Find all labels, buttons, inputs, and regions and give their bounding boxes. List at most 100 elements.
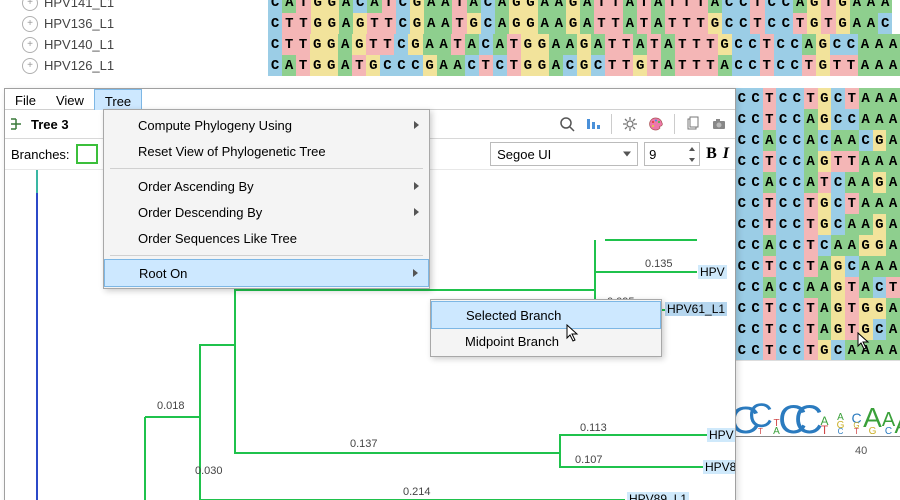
menu-item-order-asc[interactable]: Order Ascending By (104, 173, 429, 199)
branch-color-picker[interactable] (76, 144, 98, 164)
base-cell: A (549, 55, 563, 76)
base-cell: T (647, 34, 661, 55)
base-cell: G (535, 55, 549, 76)
base-cell: A (886, 214, 900, 235)
base-cell: A (845, 235, 859, 256)
base-cell: C (736, 0, 750, 13)
base-cell: C (790, 193, 804, 214)
base-cell: C (353, 0, 367, 13)
base-cell: C (776, 298, 790, 319)
chevron-up-icon[interactable] (685, 143, 699, 154)
expand-icon[interactable]: + (22, 16, 38, 32)
chevron-down-icon[interactable] (685, 154, 699, 165)
base-cell: G (311, 0, 325, 13)
base-cell: T (507, 34, 521, 55)
base-cell: C (268, 13, 282, 34)
menu-item-order-desc[interactable]: Order Descending By (104, 199, 429, 225)
italic-button[interactable]: I (723, 145, 729, 163)
menu-item-order-like-tree[interactable]: Order Sequences Like Tree (104, 225, 429, 251)
sort-icon[interactable] (581, 113, 605, 135)
menu-separator (110, 255, 423, 256)
base-cell: C (788, 55, 802, 76)
base-cell: T (763, 193, 777, 214)
base-cell: A (873, 340, 887, 361)
base-cell: C (776, 235, 790, 256)
list-item[interactable]: + HPV126_L1 (0, 55, 268, 76)
base-cell: C (873, 319, 887, 340)
menu-tree[interactable]: Tree (94, 89, 142, 110)
base-cell: C (831, 88, 845, 109)
submenu-midpoint-branch[interactable]: Midpoint Branch (431, 328, 661, 354)
base-cell: C (749, 298, 763, 319)
menu-item-root-on[interactable]: Root On (104, 259, 429, 287)
camera-icon[interactable] (707, 113, 731, 135)
base-cell: T (605, 34, 619, 55)
expand-icon[interactable]: + (22, 58, 38, 74)
base-cell: G (310, 55, 324, 76)
menu-file[interactable]: File (5, 89, 46, 109)
font-family-select[interactable]: Segoe UI (490, 142, 638, 166)
expand-icon[interactable]: + (22, 0, 38, 11)
list-item[interactable]: + HPV136_L1 (0, 13, 268, 34)
base-cell: C (749, 256, 763, 277)
base-cell: C (749, 319, 763, 340)
base-cell: T (694, 13, 708, 34)
base-cell: A (793, 0, 807, 13)
base-cell: A (845, 172, 859, 193)
branch-length: 0.018 (157, 400, 185, 412)
alignment-panel[interactable]: CATGGACATCGAATACAGGAAGATTATATTTACCTCCAGT… (268, 0, 900, 86)
base-cell: A (495, 0, 509, 13)
base-cell: G (873, 298, 887, 319)
base-cell: A (661, 55, 675, 76)
base-cell: C (735, 130, 749, 151)
base-cell: A (338, 55, 352, 76)
tip-label[interactable]: HPV (698, 265, 727, 279)
base-cell: C (776, 88, 790, 109)
base-cell: T (886, 277, 900, 298)
base-cell: A (437, 34, 451, 55)
branch-length: 0.113 (580, 422, 607, 434)
base-cell: T (637, 13, 651, 34)
menu-item-compute-phylogeny[interactable]: Compute Phylogeny Using (104, 112, 429, 138)
base-cell: C (732, 55, 746, 76)
base-cell: T (352, 55, 366, 76)
base-cell: A (859, 214, 873, 235)
tip-label[interactable]: HPV (707, 428, 735, 442)
sequence-name: HPV141_L1 (44, 0, 114, 10)
base-cell: A (886, 172, 900, 193)
list-item[interactable]: + HPV140_L1 (0, 34, 268, 55)
base-cell: C (749, 151, 763, 172)
tip-label[interactable]: HPV8 (703, 460, 735, 474)
base-cell: G (818, 109, 832, 130)
base-cell: C (735, 319, 749, 340)
base-cell: T (675, 34, 689, 55)
alignment-panel-right[interactable]: CCTCCTGCTAAACCTCCAGCCAAACCACCACAACGACCTC… (735, 88, 900, 361)
gear-icon[interactable] (618, 113, 642, 135)
tip-label[interactable]: HPV61_L1 (665, 302, 727, 316)
base-cell: C (790, 214, 804, 235)
zoom-icon[interactable] (555, 113, 579, 135)
font-size-stepper[interactable]: 9 (644, 142, 700, 166)
base-cell: C (845, 109, 859, 130)
menu-view[interactable]: View (46, 89, 94, 109)
palette-icon[interactable] (644, 113, 668, 135)
base-cell: C (749, 235, 763, 256)
base-cell: G (859, 298, 873, 319)
copy-icon[interactable] (681, 113, 705, 135)
bold-button[interactable]: B (706, 145, 717, 163)
base-cell: G (836, 13, 850, 34)
base-cell: C (749, 88, 763, 109)
list-item[interactable]: + HPV141_L1 (0, 0, 268, 13)
tip-label[interactable]: HPV89_L1 (627, 492, 689, 500)
menu-item-reset-view[interactable]: Reset View of Phylogenetic Tree (104, 138, 429, 164)
submenu-selected-branch[interactable]: Selected Branch (431, 301, 661, 329)
base-cell: T (763, 340, 777, 361)
base-cell: A (282, 0, 296, 13)
base-cell: G (816, 55, 830, 76)
base-cell: T (821, 13, 835, 34)
base-cell: A (873, 151, 887, 172)
base-cell: A (818, 256, 832, 277)
expand-icon[interactable]: + (22, 37, 38, 53)
base-cell: C (790, 235, 804, 256)
base-cell: T (804, 214, 818, 235)
